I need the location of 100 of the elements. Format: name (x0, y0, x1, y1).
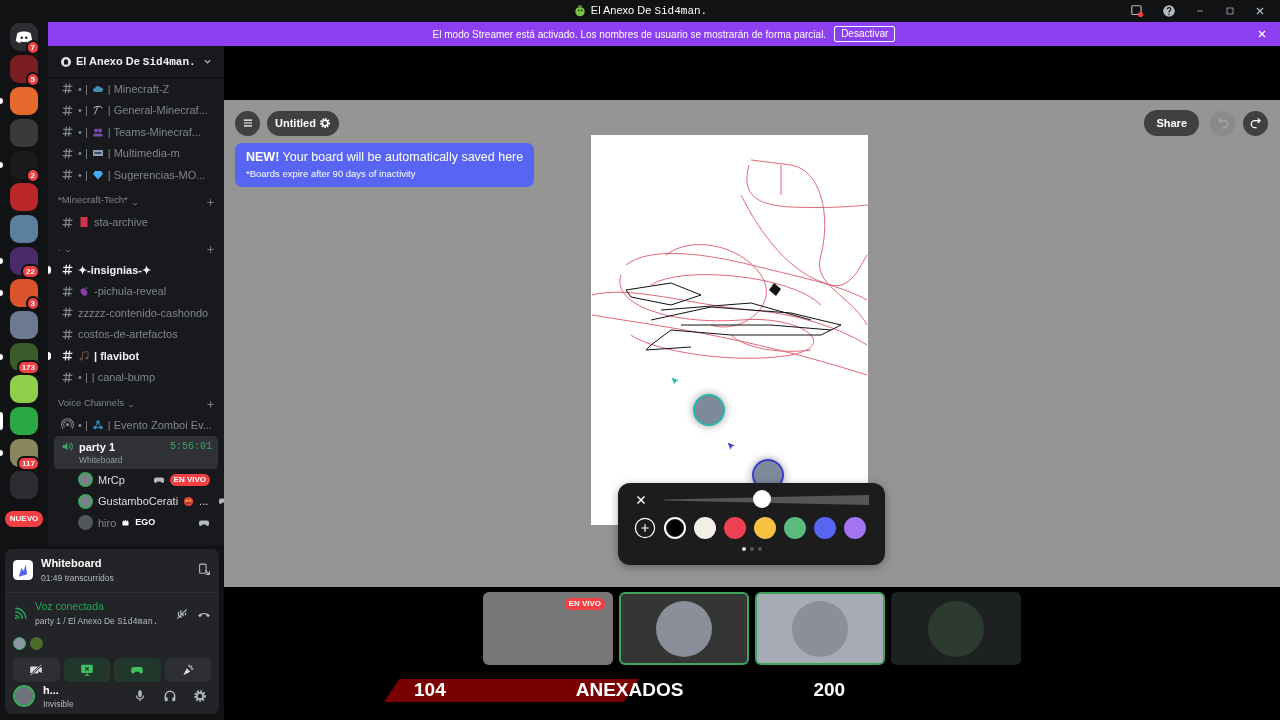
popout-icon[interactable] (198, 563, 211, 577)
server-icon[interactable] (10, 407, 38, 435)
channel-name[interactable]: | flavibot (94, 347, 140, 364)
user-name: h... (43, 682, 60, 698)
channel-prefix: • | (78, 103, 88, 118)
menu-button[interactable] (235, 110, 260, 136)
board-title-button[interactable]: Untitled (267, 110, 339, 136)
unread-badge: 22 (21, 264, 40, 279)
server-icon[interactable] (10, 151, 38, 179)
page-dot[interactable] (757, 547, 762, 551)
channel-name[interactable]: | Multimedia-m (107, 145, 180, 162)
book-icon (78, 216, 90, 229)
color-swatch[interactable] (694, 517, 716, 539)
streamer-mode-message: El modo Streamer está activado. Los nombres de usuario se mostrarán de forma parcial. (432, 27, 827, 42)
member-name[interactable]: hiro (98, 514, 117, 531)
unread-badge: 173 (16, 360, 40, 375)
unread-badge: 117 (17, 456, 40, 471)
color-swatch[interactable] (814, 517, 836, 539)
channel-name[interactable]: costos-de-artefactos (78, 326, 178, 343)
server-icon[interactable] (10, 55, 38, 83)
pickaxe-icon (91, 104, 104, 117)
member-name[interactable]: MrCp (98, 471, 125, 488)
voice-channel-selected[interactable]: party 1 5:56:01 Whiteboard (54, 435, 218, 469)
channel-name[interactable]: | Teams-Minecraf... (107, 123, 201, 140)
settings-icon[interactable] (193, 689, 207, 704)
channel-name[interactable]: sta-archive (94, 214, 148, 231)
user-avatar (13, 636, 26, 650)
broadcast-icon (61, 418, 74, 432)
camera-off-button[interactable] (13, 657, 60, 682)
category-label[interactable]: *Minecraft-Tech* (58, 193, 128, 208)
page-dot[interactable] (741, 547, 746, 551)
tooltip-headline: NEW! Your board will be automatically saved here (246, 149, 524, 166)
hash-icon (61, 82, 74, 96)
soundboard-button[interactable] (164, 657, 211, 682)
new-label: NUEVO (4, 511, 44, 527)
server-icon[interactable] (10, 375, 38, 403)
add-channel-icon[interactable] (205, 196, 216, 208)
member-status: ... (199, 494, 209, 509)
deactivate-button[interactable]: Desactivar (834, 26, 896, 42)
color-swatch[interactable] (754, 517, 776, 539)
tooltip-note: *Boards expire after 90 days of inactivity (246, 166, 417, 181)
channel-name[interactable]: | Minecraft-Z (107, 80, 170, 97)
share-button[interactable]: Share (1144, 110, 1199, 136)
page-dot[interactable] (749, 547, 754, 551)
user-status: Invisible (43, 698, 75, 711)
close-icon[interactable] (1254, 5, 1266, 17)
voice-activity-label: Whiteboard (78, 455, 124, 466)
member-name[interactable]: GustamboCerati (98, 493, 179, 510)
live-badge: EN VIVO (169, 473, 210, 486)
chevron-down-icon (127, 402, 136, 410)
add-channel-icon[interactable] (205, 244, 216, 255)
close-icon[interactable] (634, 493, 648, 507)
user-avatar (13, 685, 35, 708)
maximize-icon[interactable] (1224, 5, 1236, 17)
signal-icon (13, 607, 27, 621)
home-button[interactable] (10, 23, 38, 51)
screen-share-button[interactable] (63, 657, 110, 682)
slider-thumb[interactable] (753, 490, 772, 508)
channel-name[interactable]: | Evento Zomboi Ev... (107, 416, 212, 433)
color-swatch[interactable] (844, 517, 866, 539)
channel-name[interactable]: | Sugerencias-MO... (107, 166, 206, 183)
hash-icon (61, 327, 74, 341)
drawing-canvas[interactable] (591, 135, 868, 525)
category-label[interactable]: . (58, 240, 61, 255)
activity-icon (121, 518, 131, 528)
participant-tile[interactable] (619, 592, 749, 665)
channel-name[interactable]: zzzzz-contenido-cashondo (78, 304, 209, 321)
add-color-icon[interactable] (634, 517, 656, 539)
server-icon[interactable] (10, 87, 38, 115)
user-avatar (30, 636, 43, 650)
color-swatch[interactable] (784, 517, 806, 539)
headphones-icon[interactable] (163, 689, 177, 704)
hash-icon (61, 125, 74, 139)
channel-name[interactable]: ✦-insignias-✦ (78, 261, 151, 278)
gamepad-button[interactable] (114, 657, 161, 682)
add-channel-icon[interactable] (205, 399, 216, 410)
hash-icon (61, 370, 74, 384)
participant-tile[interactable] (755, 592, 885, 665)
user-avatar (78, 493, 93, 509)
channel-prefix: • | (78, 81, 88, 97)
redo-icon (1248, 116, 1263, 130)
stream-preview[interactable]: EN VIVO (483, 592, 613, 665)
channel-prefix: • | (78, 370, 88, 385)
microphone-icon[interactable] (133, 689, 147, 704)
noise-suppression-icon[interactable] (175, 607, 189, 621)
redo-button[interactable] (1243, 110, 1268, 136)
inbox-icon[interactable] (1130, 4, 1144, 18)
gem-icon (91, 168, 104, 181)
activity-elapsed: 01:49 transcurridos (41, 571, 115, 585)
channel-name[interactable]: | canal-bump (91, 369, 156, 386)
color-swatch[interactable] (724, 517, 746, 539)
channel-name[interactable]: | General-Minecraf... (107, 102, 208, 119)
participant-tile[interactable] (891, 592, 1021, 665)
server-icon[interactable] (10, 279, 38, 307)
undo-icon (1215, 116, 1230, 130)
channel-name[interactable]: -pichula-reveal (94, 283, 167, 300)
color-swatch[interactable] (664, 517, 686, 539)
category-label[interactable]: Voice Channels (58, 395, 125, 410)
live-badge: EN VIVO (564, 598, 605, 610)
help-icon[interactable] (1162, 4, 1176, 18)
